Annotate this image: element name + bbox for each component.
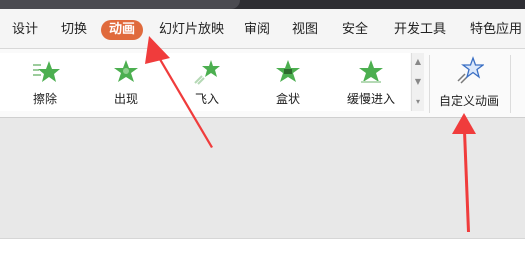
- tab-security[interactable]: 安全: [342, 21, 368, 39]
- tab-design[interactable]: 设计: [12, 21, 38, 39]
- document-tab[interactable]: [0, 0, 240, 9]
- effect-box[interactable]: 盒状: [255, 55, 321, 109]
- effect-label: 擦除: [32, 92, 57, 106]
- tab-animation[interactable]: 动画: [101, 20, 144, 40]
- animation-ribbon: 擦除 出现 飞入 盒状 缓慢进入 ▲ ▼ ▾ 自定义动画: [0, 48, 525, 118]
- effects-gallery: 擦除 出现 飞入 盒状 缓慢进入: [0, 53, 410, 111]
- arrow-to-custom-animation: [452, 113, 476, 232]
- slide-canvas-edge: [0, 238, 525, 266]
- tab-review[interactable]: 审阅: [244, 21, 270, 39]
- effect-label: 缓慢进入: [346, 92, 395, 106]
- fly-in-star-icon: [194, 60, 220, 85]
- custom-animation-label: 自定义动画: [438, 94, 499, 108]
- appear-star-icon: [114, 60, 138, 82]
- effect-label: 盒状: [275, 92, 300, 106]
- effect-wipe[interactable]: 擦除: [12, 55, 78, 109]
- tab-featured-apps[interactable]: 特色应用: [470, 21, 522, 39]
- tab-view[interactable]: 视图: [292, 21, 318, 39]
- scroll-down-button[interactable]: ▼: [412, 73, 424, 91]
- app-window: 设计 切换 动画 幻灯片放映 审阅 视图 安全 开发工具 特色应用 擦除 出现 …: [0, 0, 525, 266]
- menu-bar: 设计 切换 动画 幻灯片放映 审阅 视图 安全 开发工具 特色应用: [0, 9, 525, 48]
- scroll-up-button[interactable]: ▲: [412, 53, 424, 71]
- gallery-scrollbar: ▲ ▼ ▾: [411, 53, 424, 111]
- ribbon-divider: [429, 55, 430, 113]
- gallery-expand-button[interactable]: ▾: [412, 93, 424, 111]
- title-strip: [0, 0, 525, 9]
- effect-slow-enter[interactable]: 缓慢进入: [338, 55, 404, 109]
- effect-appear[interactable]: 出现: [93, 55, 159, 109]
- ribbon-divider: [510, 55, 511, 113]
- tab-transition[interactable]: 切换: [61, 21, 87, 39]
- slow-enter-star-icon: [359, 60, 383, 83]
- effect-fly-in[interactable]: 飞入: [174, 55, 240, 109]
- tab-slideshow[interactable]: 幻灯片放映: [159, 21, 224, 39]
- tab-developer-tools[interactable]: 开发工具: [394, 21, 446, 39]
- wipe-star-icon: [33, 61, 60, 82]
- box-star-icon: [276, 60, 300, 82]
- effect-label: 飞入: [194, 92, 219, 106]
- custom-animation-button[interactable]: 自定义动画: [434, 55, 504, 111]
- custom-animation-star-icon: [457, 56, 485, 84]
- effect-label: 出现: [113, 92, 138, 106]
